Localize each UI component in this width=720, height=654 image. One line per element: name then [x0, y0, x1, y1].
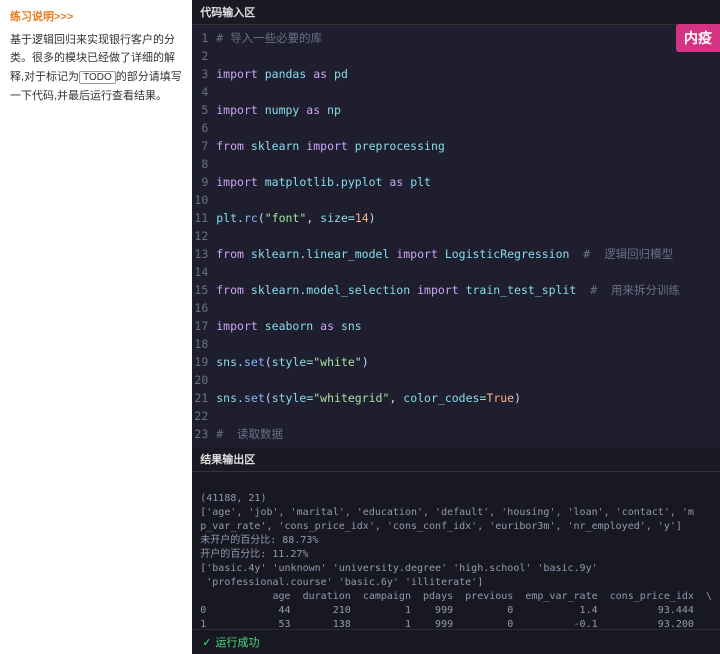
code-editor[interactable]: 1# 导入一些必要的库23import pandas as pd45import… — [192, 25, 720, 447]
instructions-panel: 练习说明>>> 基于逻辑回归来实现银行客户的分类。很多的模块已经做了详细的解释,… — [0, 0, 192, 654]
instructions-body: 基于逻辑回归来实现银行客户的分类。很多的模块已经做了详细的解释,对于标记为TOD… — [10, 31, 182, 106]
right-panel: 代码输入区 内疫 1# 导入一些必要的库23import pandas as p… — [192, 0, 720, 654]
output-area: (41188, 21) ['age', 'job', 'marital', 'e… — [192, 472, 720, 629]
output-header: 结果输出区 — [192, 447, 720, 472]
run-status: ✓ 运行成功 — [192, 629, 720, 654]
instructions-title: 练习说明>>> — [10, 8, 182, 27]
todo-tag: TODO — [79, 71, 116, 84]
code-header: 代码输入区 — [192, 0, 720, 25]
check-icon: ✓ — [202, 636, 211, 649]
status-text: 运行成功 — [215, 634, 259, 650]
